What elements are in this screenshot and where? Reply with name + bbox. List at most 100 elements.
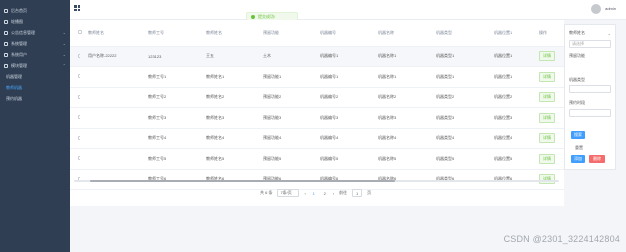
cell: 教师工号3 <box>140 107 198 129</box>
prev-page-button[interactable]: ‹ <box>304 191 305 196</box>
data-table: 教师姓名 教师工号 教师姓名 预留功能 机器编号 机器名称 机器类型 机器位置1… <box>70 20 564 190</box>
sidebar-item-carousel[interactable]: 轮播图 <box>0 16 70 27</box>
machine-type-input[interactable] <box>569 85 611 93</box>
cell: 机器编号4 <box>312 128 370 149</box>
chevron-up-icon: ⌃ <box>62 63 66 68</box>
reset-button[interactable]: 重置 <box>575 145 583 151</box>
sidebar-item-system[interactable]: 系统管理 ⌄ <box>0 38 70 49</box>
cell: 王五 <box>198 46 255 67</box>
cell: 机器位置4 <box>486 128 531 149</box>
cell <box>80 107 140 129</box>
cell: 机器编号5 <box>312 148 370 170</box>
page-size-select[interactable]: 7条/页 <box>277 189 300 197</box>
cell: 机器编号1 <box>312 66 370 88</box>
table-row[interactable]: 教师工号3 教师姓名3 预留功能3 机器编号3 机器名称3 机器类型3 机器位置… <box>70 107 564 129</box>
goto-page-input[interactable]: 1 <box>352 189 363 197</box>
cell: 机器编号1 <box>312 46 370 67</box>
row-checkbox[interactable] <box>70 66 80 88</box>
scrollbar-thumb[interactable] <box>90 180 395 182</box>
row-checkbox[interactable] <box>70 128 80 149</box>
menu-grid-icon[interactable] <box>74 5 80 11</box>
detail-button[interactable]: 详情 <box>539 153 555 164</box>
cell: 机器名称5 <box>370 148 428 170</box>
cell: 教师工号4 <box>140 128 198 149</box>
page-2-button[interactable]: 2 <box>322 191 328 196</box>
time-slot-input[interactable] <box>569 109 611 117</box>
page-1-button[interactable]: 1 <box>311 191 317 196</box>
delete-button[interactable]: 删除 <box>589 155 605 163</box>
cell: 机器名称1 <box>370 66 428 88</box>
total-count: 共 6 条 <box>260 190 273 195</box>
cell: 机器类型1 <box>428 66 486 88</box>
sidebar-subitem-reserve[interactable]: 预约机器 <box>0 93 70 104</box>
row-checkbox[interactable] <box>70 107 80 129</box>
sidebar-item-module[interactable]: 模块管理 ⌃ <box>0 60 70 71</box>
teacher-select-input[interactable]: 请选择 <box>569 40 611 48</box>
table-header-row: 教师姓名 教师工号 教师姓名 预留功能 机器编号 机器名称 机器类型 机器位置1… <box>70 20 564 47</box>
sidebar-subitem-machine[interactable]: 机器管理 <box>0 71 70 82</box>
next-page-button[interactable]: › <box>333 191 334 196</box>
goto-suffix: 页 <box>367 190 372 195</box>
search-panel: 教师姓名 ⌄ 请选择 预留功能 机器类型 预约时段 搜索 重置 添加 删除 <box>564 24 616 170</box>
detail-button[interactable]: 详情 <box>539 112 555 123</box>
table-row[interactable]: 用户名称-22222 123123 王五 土木 机器编号1 机器名称1 机器类型… <box>70 46 564 67</box>
table-row[interactable]: 教师工号2 教师姓名2 预留功能2 机器编号2 机器名称2 机器类型2 机器位置… <box>70 87 564 108</box>
avatar[interactable] <box>591 4 601 14</box>
col-header: 教师姓名 <box>198 20 255 47</box>
cell: 教师姓名4 <box>198 128 255 149</box>
cell: 机器类型2 <box>428 87 486 108</box>
cell <box>80 66 140 88</box>
table-card: 教师姓名 教师工号 教师姓名 预留功能 机器编号 机器名称 机器类型 机器位置1… <box>70 20 564 206</box>
select-all-checkbox[interactable] <box>70 20 82 47</box>
row-checkbox[interactable] <box>70 46 80 67</box>
cell: 机器类型4 <box>428 128 486 149</box>
time-slot-label: 预约时段 <box>569 100 585 105</box>
cell: 用户名称-22222 <box>80 46 140 67</box>
cell: 教师姓名5 <box>198 148 255 170</box>
table-row[interactable]: 教师工号5 教师姓名5 预留功能5 机器编号5 机器名称5 机器类型5 机器位置… <box>70 148 564 170</box>
chevron-down-icon: ⌄ <box>607 30 611 36</box>
sidebar-subitem-teacher-machine[interactable]: 教师机器 <box>0 82 70 93</box>
sidebar-item-home[interactable]: 后台首页 <box>0 5 70 16</box>
cell: 机器名称2 <box>370 87 428 108</box>
cell: 教师姓名2 <box>198 87 255 108</box>
cell: 机器名称1 <box>370 46 428 67</box>
col-header: 机器类型 <box>428 20 486 47</box>
detail-button[interactable]: 详情 <box>539 51 555 62</box>
user-name[interactable]: admin <box>605 6 616 11</box>
cell <box>80 128 140 149</box>
cell: 教师工号2 <box>140 87 198 108</box>
detail-button[interactable]: 详情 <box>539 71 555 82</box>
add-button[interactable]: 添加 <box>571 155 585 163</box>
image-icon <box>4 19 8 24</box>
cell: 机器名称4 <box>370 128 428 149</box>
home-icon <box>4 8 8 13</box>
row-checkbox[interactable] <box>70 87 80 108</box>
sidebar-item-users[interactable]: 系统用户 ⌄ <box>0 49 70 60</box>
sidebar-item-notice[interactable]: 公告信息管理 ⌄ <box>0 27 70 38</box>
row-checkbox[interactable] <box>70 148 80 170</box>
teacher-select[interactable]: 教师姓名 ⌄ <box>569 29 611 37</box>
col-header: 教师姓名 <box>80 20 140 47</box>
col-header: 教师工号 <box>140 20 198 47</box>
horizontal-scrollbar[interactable] <box>74 180 559 182</box>
cell: 教师姓名1 <box>198 66 255 88</box>
watermark: CSDN @2301_3224142804 <box>503 234 620 244</box>
cell: 机器位置2 <box>486 87 531 108</box>
cell: 机器位置3 <box>486 107 531 129</box>
cell: 机器类型1 <box>428 46 486 67</box>
col-header: 操作 <box>531 20 564 47</box>
col-header: 机器名称 <box>370 20 428 47</box>
detail-button[interactable]: 详情 <box>539 92 555 103</box>
cell: 预留功能5 <box>255 148 312 170</box>
sidebar: 后台首页 轮播图 公告信息管理 ⌄ 系统管理 ⌄ 系统用户 ⌄ 模块管理 ⌃ 机器管理 … <box>0 0 70 252</box>
detail-button[interactable]: 详情 <box>539 133 555 144</box>
col-header: 机器位置1 <box>486 20 531 47</box>
table-row[interactable]: 教师工号4 教师姓名4 预留功能4 机器编号4 机器名称4 机器类型4 机器位置… <box>70 128 564 149</box>
search-button[interactable]: 搜索 <box>571 131 585 139</box>
cell: 机器类型5 <box>428 148 486 170</box>
cell <box>80 87 140 108</box>
cell: 预留功能3 <box>255 107 312 129</box>
notice-icon <box>4 30 8 35</box>
table-row[interactable]: 教师工号1 教师姓名1 预留功能1 机器编号1 机器名称1 机器类型1 机器位置… <box>70 66 564 88</box>
